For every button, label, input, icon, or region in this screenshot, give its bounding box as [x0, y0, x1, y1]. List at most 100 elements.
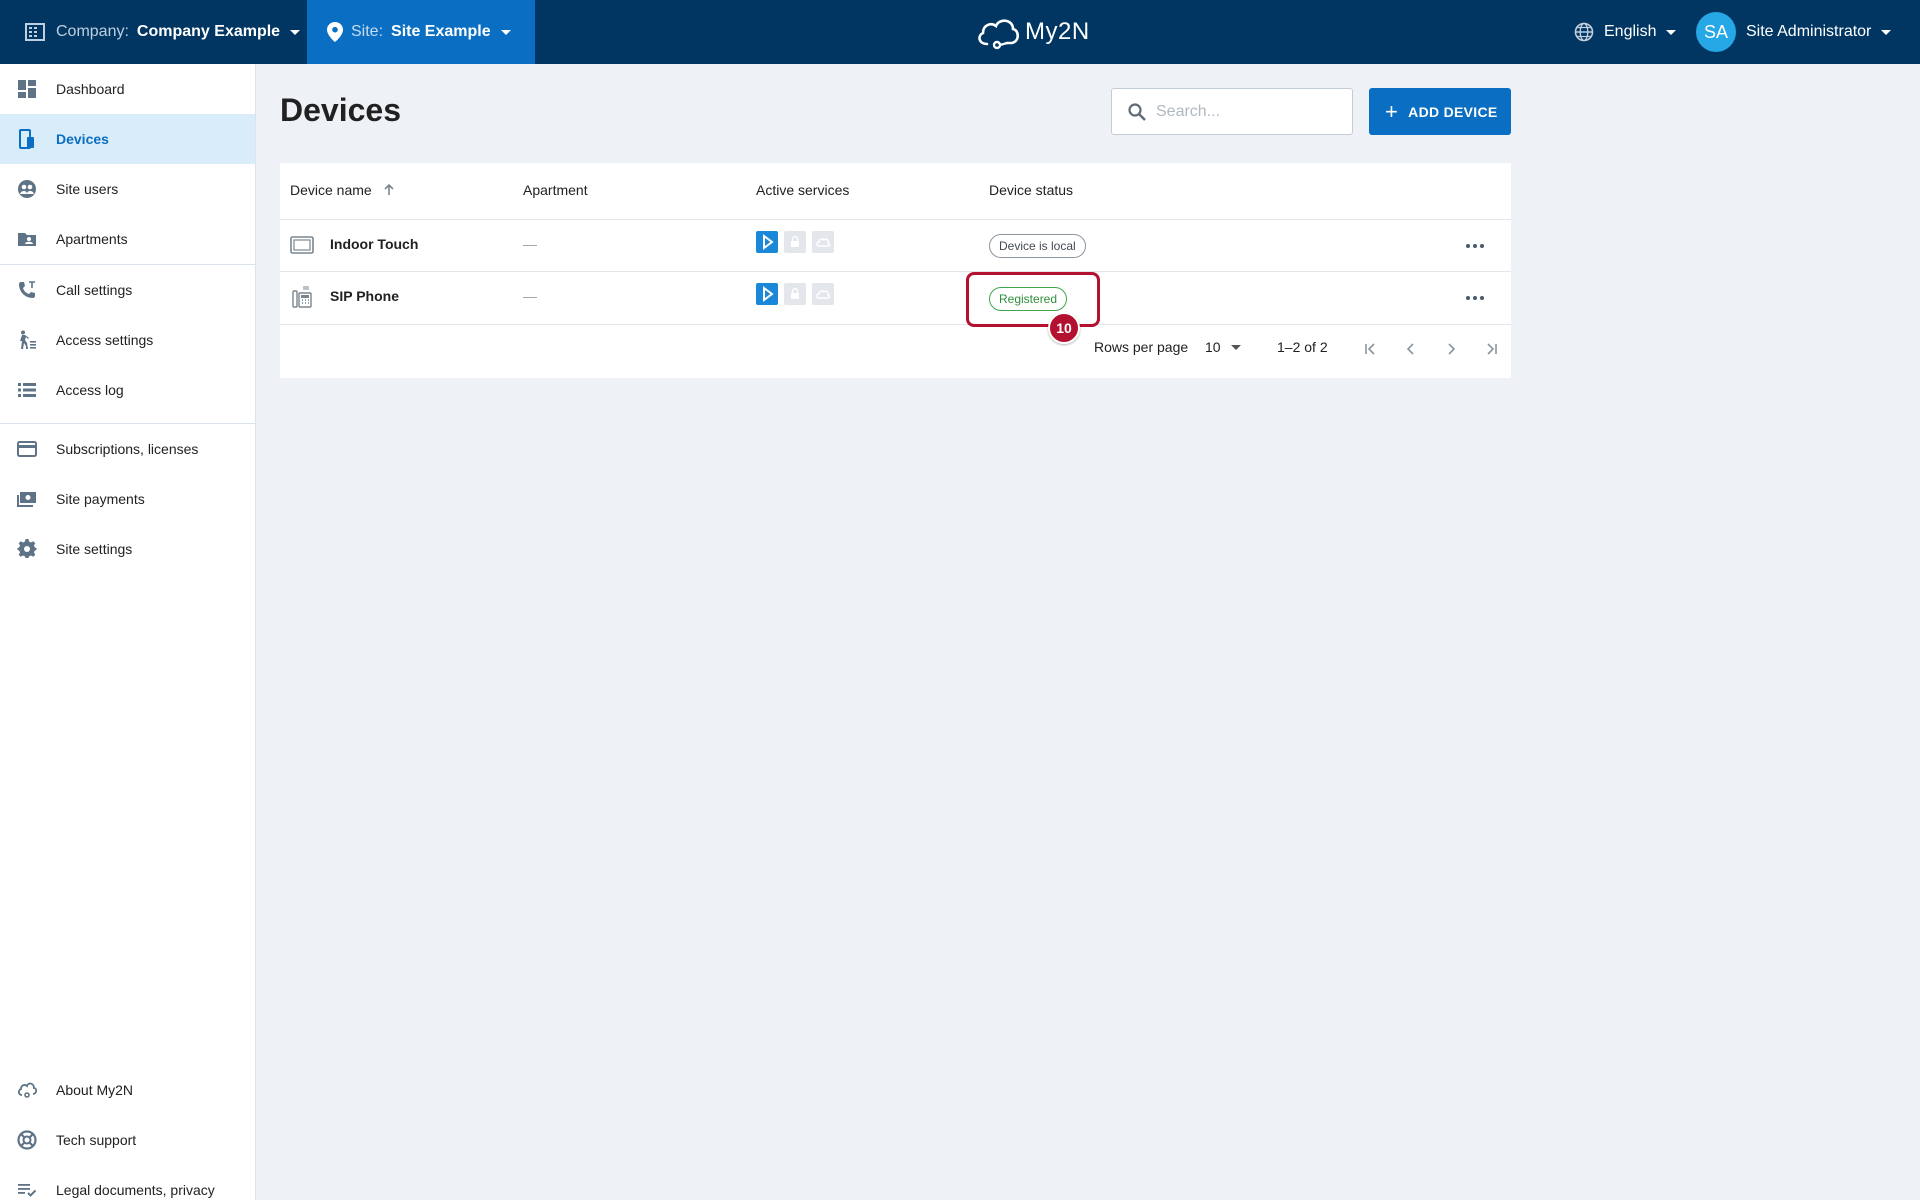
apartment-value: — [523, 288, 537, 304]
lock-service-icon [784, 283, 806, 305]
site-users-icon [18, 180, 36, 198]
column-header-apartment: Apartment [523, 182, 588, 198]
sidebar-item-label: Apartments [56, 231, 128, 247]
my2n-logo[interactable]: My2N [975, 12, 1090, 52]
sidebar-item-legal[interactable]: Legal documents, privacy [0, 1165, 255, 1200]
previous-page-icon[interactable] [1402, 340, 1420, 358]
pagination-range: 1–2 of 2 [1277, 339, 1328, 355]
rows-per-page-label: Rows per page [1094, 339, 1189, 355]
apartments-icon [18, 233, 36, 246]
sidebar-item-label: Access log [56, 382, 124, 398]
user-menu[interactable]: SA Site Administrator [1696, 0, 1892, 64]
sidebar-item-label: Legal documents, privacy [56, 1182, 215, 1198]
sidebar-item-about[interactable]: About My2N [0, 1065, 255, 1115]
credit-card-icon [17, 441, 37, 457]
site-selector[interactable]: Site: Site Example [307, 0, 535, 64]
devices-icon [19, 129, 34, 149]
more-actions-icon[interactable] [1461, 236, 1489, 256]
annotation-highlight [966, 272, 1100, 327]
column-header-device-name[interactable]: Device name [290, 182, 396, 198]
sidebar-item-label: Devices [56, 131, 109, 147]
first-page-icon[interactable] [1362, 340, 1380, 358]
payments-icon [17, 492, 36, 507]
page-title: Devices [280, 92, 401, 128]
list-icon [18, 383, 36, 397]
sidebar-item-label: Site settings [56, 541, 133, 557]
user-name: Site Administrator [1746, 23, 1872, 40]
service-active-icon [756, 231, 778, 253]
add-device-label: ADD DEVICE [1408, 103, 1498, 120]
sidebar-item-label: About My2N [56, 1082, 134, 1098]
device-name[interactable]: SIP Phone [330, 288, 399, 304]
column-header-active-services: Active services [756, 182, 850, 198]
walking-person-icon [20, 330, 36, 349]
search-input[interactable] [1156, 101, 1341, 123]
apartment-value: — [523, 236, 537, 252]
sidebar: Dashboard Devices Site users Apartments … [0, 64, 256, 1200]
sidebar-item-label: Access settings [56, 332, 154, 348]
sidebar-item-label: Tech support [56, 1132, 137, 1148]
building-icon [25, 23, 45, 41]
status-badge: Device is local [989, 234, 1086, 258]
sidebar-item-access-log[interactable]: Access log [0, 365, 255, 415]
sidebar-item-subscriptions[interactable]: Subscriptions, licenses [0, 424, 255, 474]
sort-ascending-icon [384, 183, 394, 195]
avatar: SA [1696, 12, 1736, 52]
rows-per-page-select[interactable]: 10 [1205, 339, 1241, 355]
cloud-info-icon [17, 1082, 37, 1098]
chevron-down-icon [500, 29, 511, 35]
location-pin-icon [327, 22, 343, 42]
site-name: Site Example [391, 23, 491, 40]
gear-icon [17, 539, 37, 558]
indoor-touch-icon [290, 236, 314, 254]
chevron-down-icon [1666, 29, 1677, 35]
checklist-icon [18, 1184, 37, 1197]
lock-service-icon [784, 231, 806, 253]
chevron-down-icon [1230, 344, 1241, 350]
chevron-down-icon [290, 29, 301, 35]
cloud-service-icon [812, 231, 834, 253]
sidebar-item-access-settings[interactable]: Access settings [0, 315, 255, 365]
language-label: English [1604, 23, 1657, 40]
cloud-logo-icon [978, 19, 1020, 50]
more-actions-icon[interactable] [1461, 288, 1489, 308]
row-divider [280, 271, 1511, 272]
sidebar-item-site-payments[interactable]: Site payments [0, 474, 255, 524]
sidebar-item-apartments[interactable]: Apartments [0, 214, 255, 264]
last-page-icon[interactable] [1482, 340, 1500, 358]
chevron-down-icon [1881, 29, 1892, 35]
sidebar-item-dashboard[interactable]: Dashboard [0, 64, 255, 114]
sidebar-item-label: Site users [56, 181, 119, 197]
sidebar-item-label: Dashboard [56, 81, 125, 97]
lifebuoy-icon [17, 1130, 37, 1150]
rows-per-page-value: 10 [1205, 339, 1221, 355]
sidebar-item-label: Call settings [56, 282, 133, 298]
sidebar-item-devices[interactable]: Devices [0, 114, 255, 164]
annotation-step-badge: 10 [1048, 312, 1080, 344]
site-label: Site: [351, 23, 384, 40]
plus-icon: + [1385, 98, 1399, 124]
service-active-icon [756, 283, 778, 305]
phone-icon [19, 281, 35, 298]
sip-phone-icon [292, 286, 312, 308]
globe-icon [1574, 22, 1594, 42]
sidebar-item-site-settings[interactable]: Site settings [0, 524, 255, 574]
search-icon [1128, 103, 1146, 121]
company-selector[interactable]: Company: Company Example [0, 0, 301, 64]
company-label: Company: [56, 23, 129, 40]
sidebar-item-call-settings[interactable]: Call settings [0, 265, 255, 315]
sidebar-item-site-users[interactable]: Site users [0, 164, 255, 214]
next-page-icon[interactable] [1442, 340, 1460, 358]
language-selector[interactable]: English [1574, 0, 1677, 64]
row-divider [280, 324, 1511, 325]
top-bar: Company: Company Example Site: Site Exam… [0, 0, 1920, 64]
device-name[interactable]: Indoor Touch [330, 236, 418, 252]
add-device-button[interactable]: + ADD DEVICE [1369, 88, 1511, 135]
dashboard-icon [18, 80, 36, 98]
sidebar-item-tech-support[interactable]: Tech support [0, 1115, 255, 1165]
sidebar-item-label: Subscriptions, licenses [56, 441, 199, 457]
sidebar-item-label: Site payments [56, 491, 145, 507]
search-box[interactable] [1111, 88, 1353, 135]
company-name: Company Example [136, 23, 281, 40]
logo-text: My2N [1025, 18, 1090, 45]
